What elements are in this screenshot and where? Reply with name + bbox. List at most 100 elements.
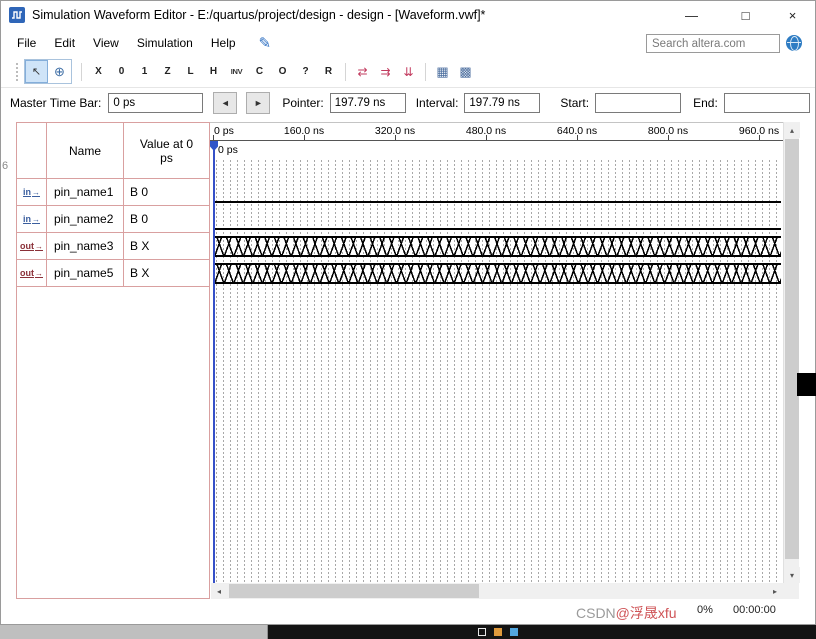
sort-order-button[interactable]: ⇊ (397, 60, 420, 83)
start-value-input[interactable] (595, 93, 682, 113)
time-bar-row: Master Time Bar: ◄ ► Pointer: Interval: … (0, 88, 816, 118)
menu-item-file[interactable]: File (8, 31, 45, 56)
ruler-tick (577, 135, 578, 140)
pin-direction-icon: out (20, 268, 43, 278)
screen: Simulation Waveform Editor - E:/quartus/… (0, 0, 816, 639)
interval-value-input[interactable] (464, 93, 541, 113)
progress-percent: 0% (697, 604, 713, 616)
select-tool-button[interactable]: ↖ (25, 60, 48, 83)
signal-value: B 0 (123, 206, 209, 232)
background-artifact (797, 373, 816, 396)
menu-item-view[interactable]: View (84, 31, 128, 56)
window-close-button[interactable]: × (769, 0, 816, 30)
master-time-marker-label: 0 ps (218, 144, 238, 156)
snap-to-transition-button[interactable]: ⇉ (374, 60, 397, 83)
waveform-row[interactable] (213, 206, 781, 233)
snap-to-grid-button[interactable]: ⇄ (351, 60, 374, 83)
waveform-panel[interactable]: 0 ps 160.0 ns 320.0 ns 480.0 ns 640.0 ns… (210, 122, 783, 583)
ruler-tick (304, 135, 305, 140)
title-bar[interactable]: Simulation Waveform Editor - E:/quartus/… (0, 0, 816, 30)
force-high-impedance-button[interactable]: Z (156, 60, 179, 83)
scroll-down-button[interactable]: ▾ (784, 567, 800, 583)
globe-icon[interactable] (786, 35, 802, 51)
table-row[interactable]: out pin_name5 B X (17, 260, 209, 287)
search-input[interactable] (646, 34, 780, 53)
menu-item-edit[interactable]: Edit (45, 31, 84, 56)
menu-item-simulation[interactable]: Simulation (128, 31, 202, 56)
table-row[interactable]: in pin_name2 B 0 (17, 206, 209, 233)
signal-table-header: Name Value at 0 ps (17, 123, 209, 179)
scroll-up-button[interactable]: ▴ (784, 122, 800, 138)
window-title: Simulation Waveform Editor - E:/quartus/… (32, 8, 486, 22)
zoom-tool-button[interactable]: ⊕ (48, 60, 71, 83)
toolbar-separator (81, 62, 82, 81)
waveform-row[interactable] (213, 233, 781, 260)
signal-table: Name Value at 0 ps in pin_name1 B 0 in p… (16, 122, 210, 599)
time-cursor-line[interactable] (213, 141, 215, 583)
count-value-button[interactable]: C (248, 60, 271, 83)
force-weak-low-button[interactable]: L (179, 60, 202, 83)
master-time-input[interactable] (108, 93, 204, 113)
force-uncertain-button[interactable]: X (87, 60, 110, 83)
signal-name: pin_name1 (46, 179, 123, 205)
start-label: Start: (560, 96, 590, 110)
vertical-scrollbar[interactable]: ▴ ▾ (783, 122, 800, 583)
show-grid-button[interactable]: ▦ (431, 60, 454, 83)
ruler-tick-label: 0 ps (214, 125, 234, 137)
time-cursor-handle[interactable] (210, 141, 218, 151)
toolbar-grip-icon[interactable] (16, 62, 18, 81)
arbitrary-value-button[interactable]: ? (294, 60, 317, 83)
master-time-bar-label: Master Time Bar: (10, 96, 102, 110)
horizontal-scrollbar[interactable]: ◂ ▸ (211, 583, 783, 599)
signal-value: B X (123, 260, 209, 286)
pointer-label: Pointer: (282, 96, 324, 110)
ruler-tick (668, 135, 669, 140)
end-value-input[interactable] (723, 93, 810, 113)
elapsed-time: 00:00:00 (733, 604, 776, 616)
header-value: Value at 0 ps (123, 123, 209, 178)
taskbar-icon[interactable] (494, 628, 502, 636)
signal-name: pin_name5 (46, 260, 123, 286)
end-label: End: (693, 96, 718, 110)
header-name: Name (46, 123, 123, 178)
waveform-row[interactable] (213, 179, 781, 206)
time-back-button[interactable]: ◄ (213, 92, 238, 114)
watermark: CSDN@浮晟xfu (576, 603, 677, 623)
toolbar-separator (345, 62, 346, 81)
signal-value: B 0 (123, 179, 209, 205)
scrollbar-corner (783, 583, 799, 599)
time-bar-settings-button[interactable]: ▩ (454, 60, 477, 83)
pointer-value-input[interactable] (329, 93, 406, 113)
force-weak-high-button[interactable]: H (202, 60, 225, 83)
waveform-row[interactable] (213, 260, 781, 287)
random-values-button[interactable]: R (317, 60, 340, 83)
signal-name: pin_name3 (46, 233, 123, 259)
feather-icon[interactable]: ✎ (259, 34, 272, 52)
overwrite-clock-button[interactable]: O (271, 60, 294, 83)
menu-item-help[interactable]: Help (202, 31, 245, 56)
taskbar-icon[interactable] (510, 628, 518, 636)
time-forward-button[interactable]: ► (246, 92, 271, 114)
taskbar-icon[interactable] (478, 628, 486, 636)
window-minimize-button[interactable]: — (668, 0, 715, 30)
vertical-scrollbar-thumb[interactable] (785, 139, 799, 559)
taskbar (0, 625, 816, 639)
pin-direction-icon: in (23, 214, 40, 224)
time-ruler[interactable]: 0 ps 160.0 ns 320.0 ns 480.0 ns 640.0 ns… (210, 123, 783, 141)
header-gutter (17, 123, 46, 178)
window-maximize-button[interactable]: □ (722, 0, 769, 30)
background-line-number: 6 (2, 160, 9, 172)
scroll-left-button[interactable]: ◂ (211, 583, 227, 599)
scroll-right-button[interactable]: ▸ (767, 583, 783, 599)
table-row[interactable]: in pin_name1 B 0 (17, 179, 209, 206)
force-high-button[interactable]: 1 (133, 60, 156, 83)
waveform-app-icon (9, 7, 25, 23)
toolbar-separator (425, 62, 426, 81)
horizontal-scrollbar-thumb[interactable] (229, 584, 479, 598)
watermark-prefix: CSDN (576, 605, 616, 621)
ruler-tick (395, 135, 396, 140)
pointer-tool-group: ↖ ⊕ (24, 59, 72, 84)
table-row[interactable]: out pin_name3 B X (17, 233, 209, 260)
invert-button[interactable]: INV (225, 60, 248, 83)
force-low-button[interactable]: 0 (110, 60, 133, 83)
